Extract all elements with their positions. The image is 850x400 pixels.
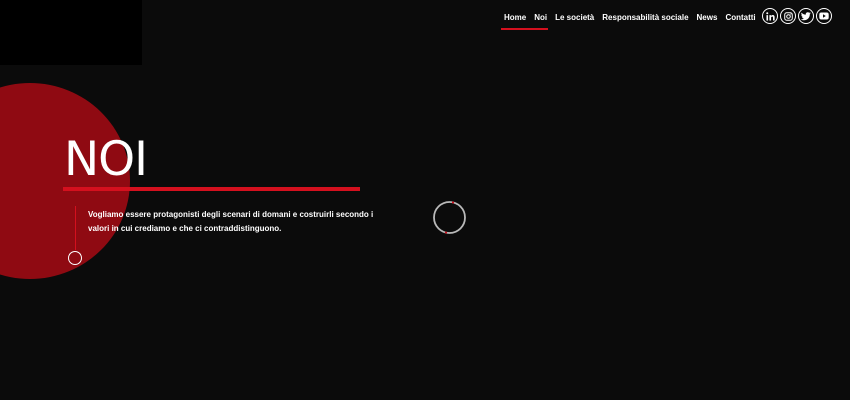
nav-item-noi[interactable]: Noi — [530, 12, 551, 24]
loading-spinner-icon — [433, 201, 466, 234]
nav-item-home[interactable]: Home — [500, 12, 530, 24]
ring-icon — [68, 251, 82, 265]
nav-item-responsabilita-sociale[interactable]: Responsabilità sociale — [598, 12, 692, 24]
instagram-icon[interactable] — [780, 8, 796, 24]
hero-description: Vogliamo essere protagonisti degli scena… — [88, 210, 374, 233]
text-accent-line — [75, 206, 76, 250]
twitter-icon[interactable] — [798, 8, 814, 24]
main-nav: Home Noi Le società Responsabilità socia… — [500, 12, 760, 24]
page: Home Noi Le società Responsabilità socia… — [0, 0, 850, 400]
title-underline — [63, 187, 360, 191]
nav-item-contatti[interactable]: Contatti — [721, 12, 759, 24]
nav-item-news[interactable]: News — [693, 12, 722, 24]
youtube-icon[interactable] — [816, 8, 832, 24]
page-title: NOI — [64, 132, 148, 187]
logo[interactable] — [0, 0, 142, 65]
linkedin-icon[interactable] — [762, 8, 778, 24]
nav-item-le-societa[interactable]: Le società — [551, 12, 598, 24]
social-links — [762, 8, 832, 24]
nav-active-indicator — [501, 28, 548, 30]
